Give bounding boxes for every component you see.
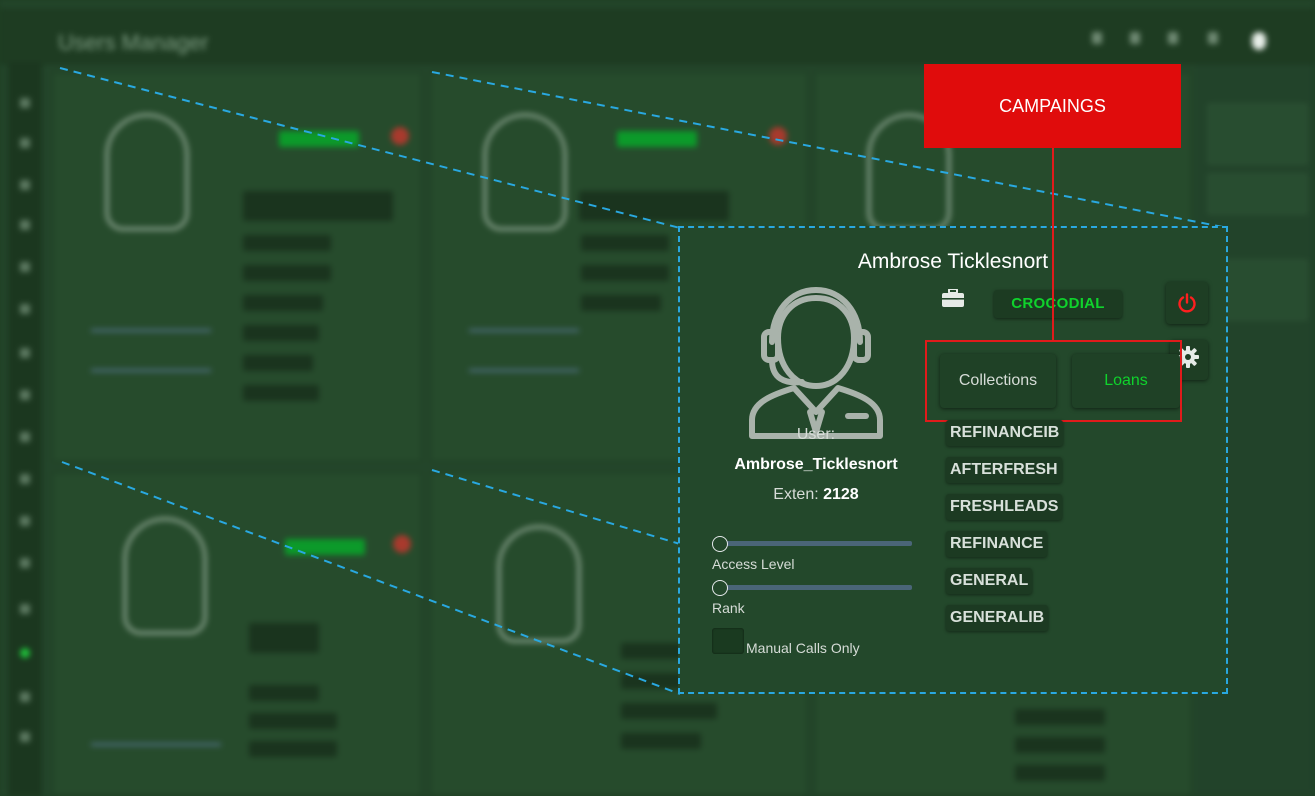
access-level-slider[interactable] — [712, 536, 912, 552]
campaign-chip-generalib: GENERALIB — [946, 605, 1049, 631]
top-bar: Users Manager — [0, 8, 1315, 64]
campaign-chip-freshleads: FRESHLEADS — [946, 494, 1063, 520]
nav-icon[interactable] — [20, 220, 30, 230]
campaign-chip — [1015, 765, 1105, 781]
nav-icon[interactable] — [20, 390, 30, 400]
power-icon[interactable] — [769, 127, 787, 145]
slider[interactable] — [91, 329, 211, 332]
slider[interactable] — [469, 369, 579, 372]
summary-box — [1208, 104, 1307, 164]
power-button[interactable] — [1166, 282, 1208, 324]
callout-connector-line — [1052, 148, 1054, 340]
campaign-chip — [621, 733, 701, 749]
headset-agent-icon — [497, 525, 581, 643]
nav-icon[interactable] — [20, 304, 30, 314]
nav-icon-active[interactable] — [20, 648, 30, 658]
nav-icon[interactable] — [20, 516, 30, 526]
campaign-chip — [1015, 737, 1105, 753]
zoomed-user-card: Ambrose Ticklesnort User: Ambrose_Tickle… — [678, 226, 1228, 694]
nav-icon[interactable] — [20, 604, 30, 614]
tabs-highlight-box — [925, 340, 1182, 422]
access-level-label: Access Level — [712, 556, 795, 572]
campaign-chip — [581, 295, 661, 311]
summary-box — [1208, 174, 1307, 214]
campaign-chip — [249, 713, 337, 729]
campaign-badge — [617, 131, 697, 147]
campaign-chip — [243, 265, 331, 281]
headset-agent-icon — [123, 517, 207, 635]
nav-icon[interactable] — [20, 180, 30, 190]
campaign-badge — [279, 131, 359, 147]
slider-track[interactable] — [712, 585, 912, 590]
topbar-icon[interactable] — [1130, 32, 1140, 44]
app-title: Users Manager — [58, 30, 209, 55]
rank-label: Rank — [712, 600, 745, 616]
nav-icon[interactable] — [20, 348, 30, 358]
campaign-chip — [1015, 709, 1105, 725]
briefcase-icon — [942, 289, 964, 307]
campaigns-callout: CAMPAINGS — [924, 64, 1181, 148]
user-login: Ambrose_Ticklesnort — [734, 456, 898, 473]
card-title: Ambrose Ticklesnort — [857, 250, 1049, 273]
slider-thumb[interactable] — [712, 580, 728, 596]
extension-value: 2128 — [823, 486, 859, 503]
headset-agent-icon — [749, 287, 883, 439]
tab-group[interactable] — [243, 191, 393, 221]
tab-group[interactable] — [579, 191, 729, 221]
user-card — [52, 472, 422, 796]
user-caption: User: — [796, 426, 836, 443]
extension-label: Exten: — [773, 486, 819, 503]
manual-calls-checkbox[interactable] — [712, 628, 744, 654]
campaign-chip — [243, 325, 319, 341]
campaign-chip — [243, 385, 319, 401]
nav-icon[interactable] — [20, 138, 30, 148]
user-card — [52, 72, 422, 462]
topbar-icon[interactable] — [1208, 32, 1218, 44]
headset-agent-icon — [105, 113, 189, 231]
campaign-chip — [581, 265, 669, 281]
power-icon[interactable] — [393, 535, 411, 553]
power-icon[interactable] — [391, 127, 409, 145]
campaign-chip — [243, 355, 313, 371]
extension: Exten: 2128 — [708, 486, 924, 504]
nav-icon[interactable] — [20, 432, 30, 442]
screenshot-stage: Users Manager Ambrose Ticklesnort User: … — [0, 0, 1315, 796]
campaign-chip — [621, 703, 717, 719]
campaign-chip — [243, 235, 331, 251]
rank-slider[interactable] — [712, 580, 912, 596]
campaign-chip-general: GENERAL — [946, 568, 1033, 594]
campaign-list: REFINANCEIB AFTERFRESH FRESHLEADS REFINA… — [946, 420, 1064, 642]
campaign-badge — [285, 539, 365, 555]
slider[interactable] — [91, 369, 211, 372]
left-nav-rail — [8, 8, 42, 796]
campaign-badge: CROCODIAL — [994, 290, 1122, 318]
campaign-chip — [249, 685, 319, 701]
campaign-chip-refinanceib: REFINANCEIB — [946, 420, 1064, 446]
slider-thumb[interactable] — [712, 536, 728, 552]
topbar-icon[interactable] — [1168, 32, 1178, 44]
nav-icon[interactable] — [20, 98, 30, 108]
topbar-icon[interactable] — [1092, 32, 1102, 44]
campaign-chip — [243, 295, 323, 311]
campaign-chip — [581, 235, 669, 251]
nav-icon[interactable] — [20, 262, 30, 272]
nav-icon[interactable] — [20, 732, 30, 742]
headset-agent-icon — [483, 113, 567, 231]
tab-collections[interactable] — [249, 623, 319, 653]
nav-icon[interactable] — [20, 474, 30, 484]
campaign-chip-afterfresh: AFTERFRESH — [946, 457, 1062, 483]
power-icon — [1178, 293, 1196, 313]
nav-icon[interactable] — [20, 692, 30, 702]
slider[interactable] — [469, 329, 579, 332]
slider-track[interactable] — [712, 541, 912, 546]
nav-icon[interactable] — [20, 558, 30, 568]
slider[interactable] — [91, 743, 221, 746]
campaign-chip — [249, 741, 337, 757]
manual-calls-label: Manual Calls Only — [746, 640, 860, 656]
campaign-chip-refinance: REFINANCE — [946, 531, 1048, 557]
avatar[interactable] — [1252, 32, 1266, 50]
